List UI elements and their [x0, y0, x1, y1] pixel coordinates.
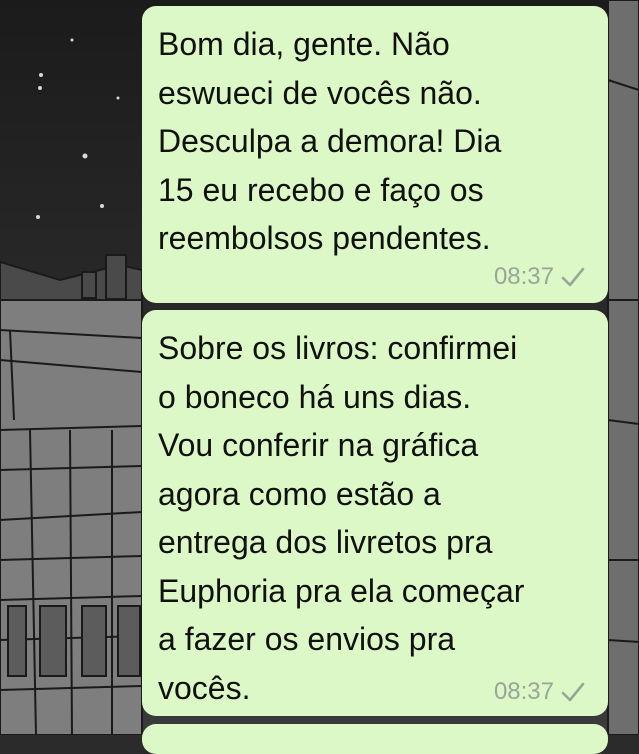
outgoing-message-bubble[interactable]: Sobre os livros: confirmei o boneco há u… [142, 310, 608, 716]
chat-message-list[interactable]: Bom dia, gente. Não eswueci de vocês não… [0, 0, 639, 754]
single-check-icon [561, 267, 585, 287]
message-meta: 08:37 [494, 265, 586, 289]
message-timestamp: 08:37 [493, 678, 554, 705]
outgoing-message-bubble[interactable]: Bom dia, gente. Não eswueci de vocês não… [142, 6, 608, 303]
message-text: Sobre os livros: confirmei o boneco há u… [158, 330, 525, 706]
single-check-icon [561, 682, 585, 702]
outgoing-message-bubble-partial[interactable] [142, 724, 608, 754]
message-timestamp: 08:37 [493, 263, 554, 290]
message-text: Bom dia, gente. Não eswueci de vocês não… [158, 26, 502, 256]
message-meta: 08:37 [494, 680, 586, 704]
